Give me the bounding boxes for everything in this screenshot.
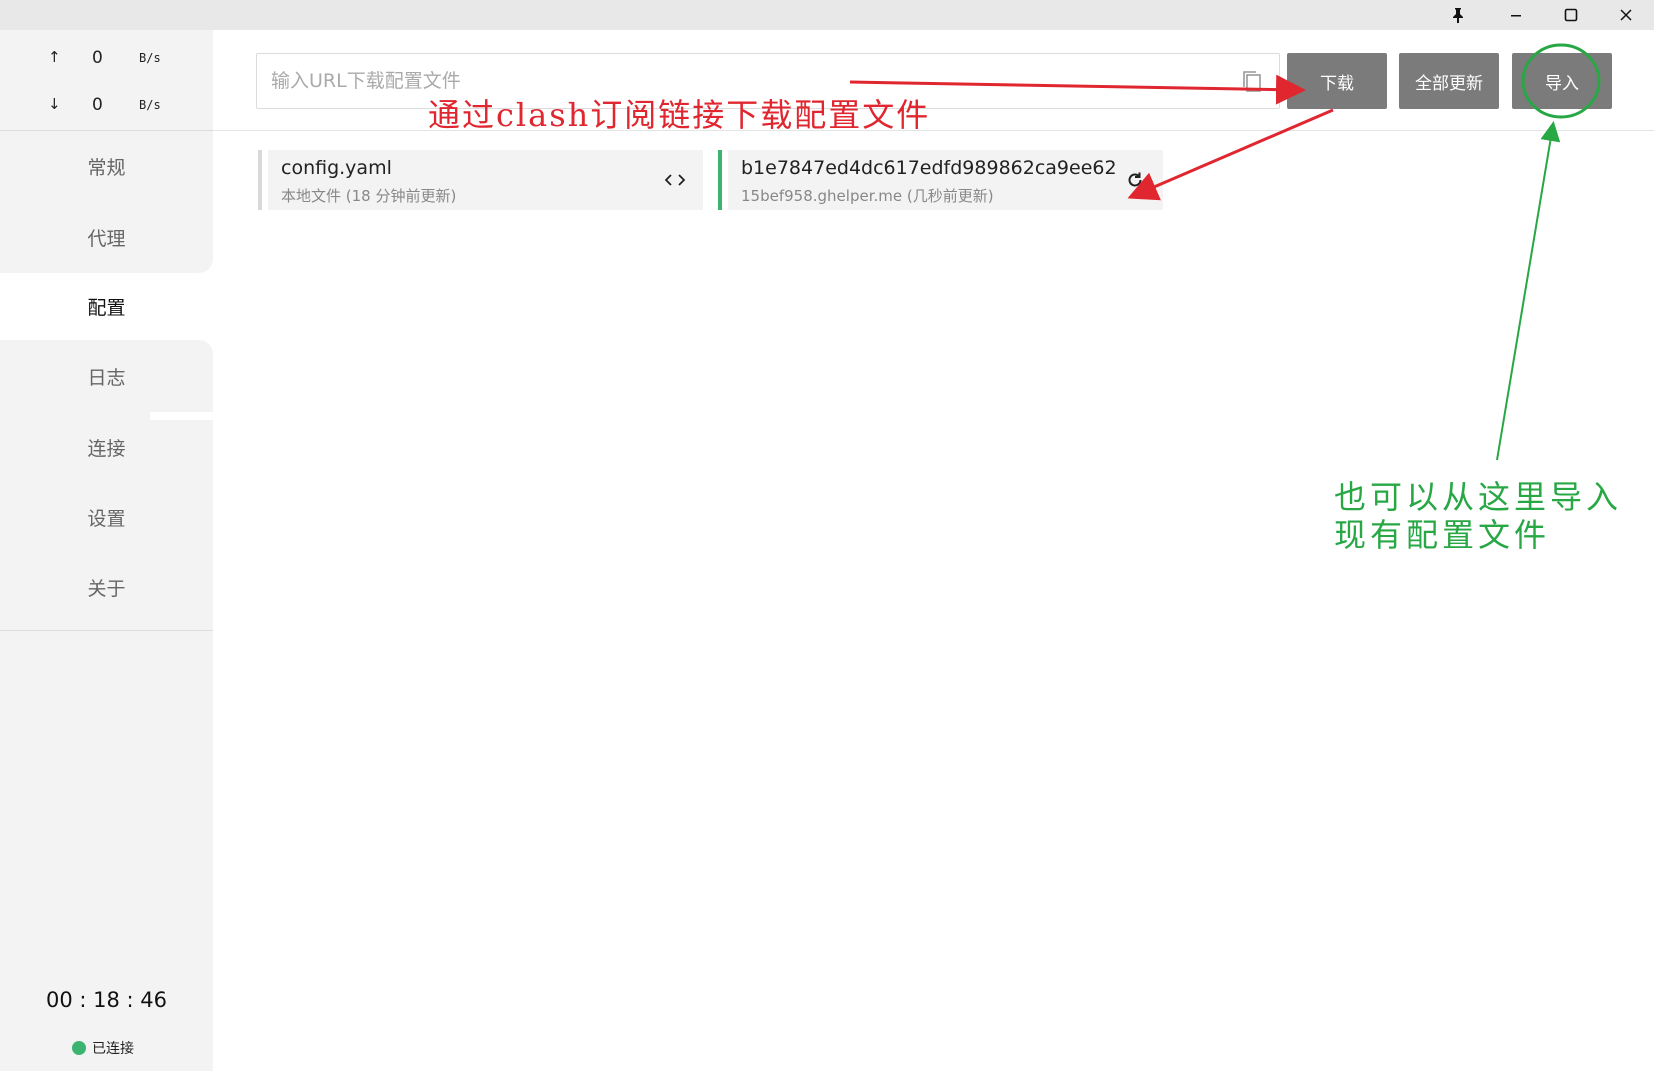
sidebar: ↑ 0 B/s ↓ 0 B/s 常规 代理 配置 日志 连接 设置 关于 (0, 30, 213, 1071)
sidebar-item-proxy[interactable]: 代理 (0, 201, 213, 273)
code-icon[interactable] (663, 168, 687, 192)
annotation-import-line1: 也可以从这里导入 (1334, 478, 1623, 516)
minimize-icon[interactable] (1488, 0, 1544, 30)
pin-icon[interactable] (1430, 0, 1486, 30)
upload-unit: B/s (139, 51, 161, 65)
profile-subtitle: 本地文件 (18 分钟前更新) (281, 187, 457, 205)
annotation-download-hint: 通过clash订阅链接下载配置文件 (428, 96, 931, 134)
profile-subtitle: 15bef958.ghelper.me (几秒前更新) (741, 187, 994, 205)
download-button[interactable]: 下载 (1287, 53, 1387, 109)
profile-name: b1e7847ed4dc617edfd989862ca9ee62 (741, 157, 1117, 179)
title-bar (0, 0, 1654, 30)
profile-card[interactable]: config.yaml 本地文件 (18 分钟前更新) (258, 150, 703, 210)
sidebar-item-about[interactable]: 关于 (0, 552, 213, 622)
download-unit: B/s (139, 98, 161, 112)
upload-value: 0 (92, 48, 103, 68)
sidebar-item-settings[interactable]: 设置 (0, 482, 213, 552)
traffic-panel: ↑ 0 B/s ↓ 0 B/s (0, 30, 213, 130)
sidebar-item-profiles[interactable]: 配置 (0, 273, 213, 340)
profile-card[interactable]: b1e7847ed4dc617edfd989862ca9ee62 15bef95… (718, 150, 1163, 210)
status-dot-icon (72, 1041, 86, 1055)
sidebar-item-general[interactable]: 常规 (0, 131, 213, 201)
update-all-button[interactable]: 全部更新 (1399, 53, 1499, 109)
close-icon[interactable] (1598, 0, 1654, 30)
sidebar-divider-bottom (0, 630, 213, 631)
status-text: 已连接 (92, 1041, 134, 1057)
download-speed: ↓ 0 B/s (0, 95, 213, 115)
maximize-icon[interactable] (1543, 0, 1599, 30)
import-button[interactable]: 导入 (1512, 53, 1612, 109)
download-value: 0 (92, 95, 103, 115)
connection-status: 已连接 (72, 1038, 134, 1058)
sidebar-item-logs[interactable]: 日志 (0, 340, 213, 412)
arrow-to-import-button (1496, 121, 1561, 461)
arrow-to-profile-card (1127, 108, 1334, 201)
upload-arrow-icon: ↑ (48, 48, 61, 66)
annotation-import-line2: 现有配置文件 (1334, 516, 1551, 554)
annotation-import-hint: 也可以从这里导入 现有配置文件 (1334, 478, 1622, 554)
paste-icon[interactable] (1241, 69, 1263, 93)
profile-name: config.yaml (281, 157, 392, 179)
download-arrow-icon: ↓ (48, 95, 61, 113)
refresh-icon[interactable] (1123, 168, 1147, 192)
upload-speed: ↑ 0 B/s (0, 48, 213, 68)
uptime-timer: 00 : 18 : 46 (45, 988, 168, 1012)
sidebar-item-connections[interactable]: 连接 (0, 412, 213, 482)
profile-indicator-selected (718, 150, 722, 210)
profile-indicator (258, 150, 262, 210)
